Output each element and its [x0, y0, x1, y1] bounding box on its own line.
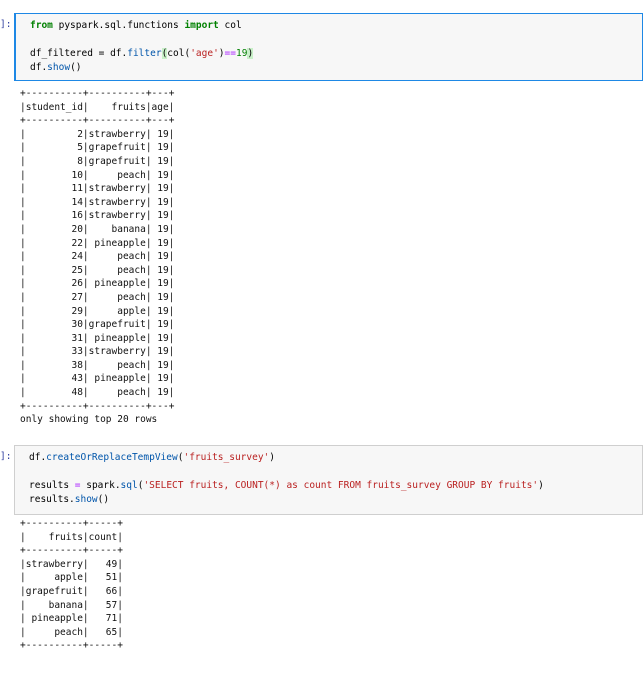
import-name: col — [218, 20, 242, 31]
create-view-call: createOrReplaceTempView — [46, 452, 178, 463]
table-row: | 10| peach| 19| — [20, 169, 175, 181]
cell1-output: +----------+----------+---+ |student_id| … — [20, 87, 174, 427]
table-row: | 8|grapefruit| 19| — [20, 155, 175, 167]
table-row: | peach| 65| — [20, 626, 123, 638]
table-row: | apple| 51| — [20, 572, 123, 584]
sql-call: sql — [120, 480, 138, 491]
table-row: | pineapple| 71| — [20, 613, 123, 625]
table-row: | 33|strawberry| 19| — [20, 346, 175, 358]
table-row: | 5|grapefruit| 19| — [20, 142, 175, 154]
table-border-bottom: +----------+----------+---+ — [20, 400, 175, 412]
table-row: |strawberry| 49| — [20, 558, 123, 570]
table-row: | 16|strawberry| 19| — [20, 210, 175, 222]
output-footer-text: only showing top 20 rows — [20, 414, 158, 426]
results-var: results — [29, 480, 75, 491]
cell2-output: +----------+-----+ | fruits|count| +------… — [20, 517, 123, 653]
table-row: | 29| apple| 19| — [20, 305, 175, 317]
df-object: df. — [29, 452, 47, 463]
table-border-mid: +----------+-----+ — [20, 545, 123, 557]
table-header: |student_id| fruits|age| — [20, 101, 175, 113]
show-paren: () — [70, 62, 82, 73]
spark-object: spark. — [80, 480, 121, 491]
equals-operator: == — [224, 48, 236, 59]
df-object: df. — [30, 62, 48, 73]
table-row: | 27| peach| 19| — [20, 291, 175, 303]
filter-call: filter — [127, 48, 162, 59]
col-call: col( — [167, 48, 191, 59]
table-row: | 26| pineapple| 19| — [20, 278, 175, 290]
age-number: 19 — [235, 48, 248, 59]
table-border-top: +----------+----------+---+ — [20, 88, 175, 99]
code-cell-2-input[interactable]: df.createOrReplaceTempView('fruits_surve… — [14, 445, 643, 515]
table-header: | fruits|count| — [20, 531, 123, 543]
table-border-bottom: +----------+-----+ — [20, 640, 123, 652]
view-name-string: 'fruits_survey' — [183, 452, 270, 463]
table-row: | 14|strawberry| 19| — [20, 196, 175, 208]
age-string: 'age' — [190, 48, 219, 59]
show-paren: () — [97, 494, 110, 505]
paren-close-highlight: ) — [247, 48, 254, 59]
table-row: | 43| pineapple| 19| — [20, 373, 175, 385]
cell2-prompt: ]: — [0, 451, 12, 462]
assign-prefix: df_filtered = df. — [30, 48, 128, 59]
table-border-top: +----------+-----+ — [20, 518, 123, 529]
paren-close: ) — [269, 452, 275, 463]
table-border-mid: +----------+----------+---+ — [20, 115, 175, 127]
table-row: | 30|grapefruit| 19| — [20, 319, 175, 331]
table-row: | 48| peach| 19| — [20, 387, 175, 399]
sql-query-string: 'SELECT fruits, COUNT(*) as count FROM f… — [143, 480, 539, 491]
table-row: | 24| peach| 19| — [20, 251, 175, 263]
table-row: | 25| peach| 19| — [20, 264, 175, 276]
code-cell-1-input[interactable]: from pyspark.sql.functions import col df… — [14, 13, 643, 81]
table-row: | 2|strawberry| 19| — [20, 128, 175, 140]
table-row: |grapefruit| 66| — [20, 585, 123, 597]
cell1-prompt: ]: — [0, 19, 12, 30]
show-call: show — [47, 62, 71, 73]
paren-close: ) — [538, 480, 544, 491]
code-cell-1-source[interactable]: from pyspark.sql.functions import col df… — [16, 14, 642, 75]
table-row: | 22| pineapple| 19| — [20, 237, 175, 249]
show-call: show — [74, 494, 98, 505]
keyword-import: import — [184, 20, 219, 31]
code-cell-2-source[interactable]: df.createOrReplaceTempView('fruits_surve… — [15, 446, 642, 507]
table-row: | 31| pineapple| 19| — [20, 332, 175, 344]
keyword-from: from — [30, 20, 53, 31]
table-row: | banana| 57| — [20, 599, 123, 611]
table-row: | 38| peach| 19| — [20, 359, 175, 371]
table-row: | 20| banana| 19| — [20, 223, 175, 235]
module-name: pyspark.sql.functions — [52, 20, 185, 31]
table-row: | 11|strawberry| 19| — [20, 183, 175, 195]
results-object: results. — [29, 494, 75, 505]
